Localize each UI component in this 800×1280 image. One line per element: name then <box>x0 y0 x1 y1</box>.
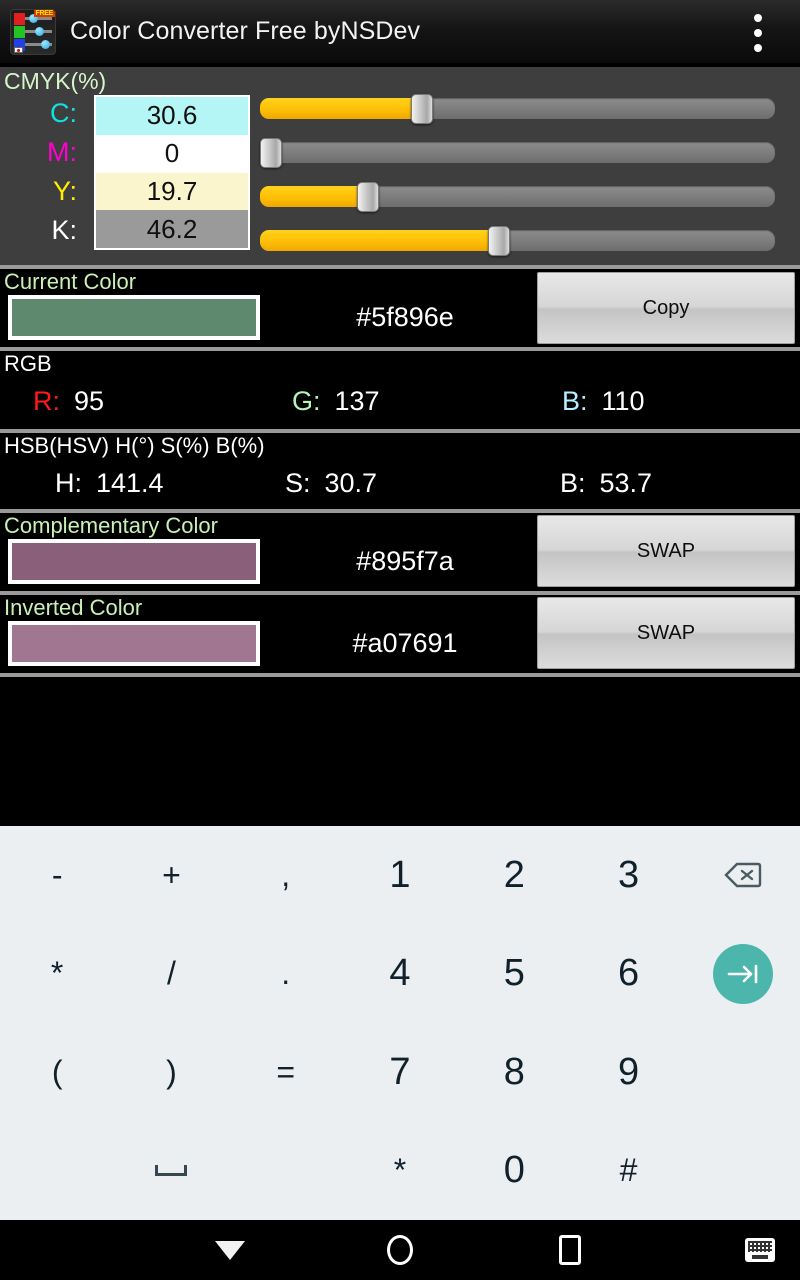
system-navigation-bar <box>0 1220 800 1280</box>
rgb-key-g: G: <box>292 385 321 416</box>
cmyk-label-m: M: <box>47 137 77 167</box>
key-,[interactable]: , <box>229 826 343 925</box>
cmyk-input-c[interactable]: 30.6 <box>96 97 248 135</box>
keyboard-switch-icon[interactable] <box>725 1220 795 1280</box>
cmyk-panel-title: CMYK(%) <box>4 68 107 94</box>
hsb-value-h: 141.4 <box>96 467 164 498</box>
cmyk-label-k: K: <box>51 215 77 245</box>
complementary-swap-button[interactable]: SWAP <box>537 515 795 587</box>
back-nav-icon[interactable] <box>180 1220 280 1280</box>
current-color-section: Current Color #5f896e Copy <box>0 269 800 347</box>
cmyk-input-y[interactable]: 19.7 <box>96 172 248 211</box>
cmyk-slider-y[interactable] <box>260 182 775 212</box>
hsb-section: HSB(HSV) H(°) S(%) B(%) H: 141.4 S: 30.7… <box>0 433 800 509</box>
key-6[interactable]: 6 <box>571 925 685 1024</box>
key-5[interactable]: 5 <box>457 925 571 1024</box>
slider-fill-y <box>260 186 369 207</box>
slider-fill-c <box>260 98 422 119</box>
title-bar: FREE Color Converter Free byNSDev <box>0 0 800 65</box>
rgb-value-r: 95 <box>74 385 105 416</box>
cmyk-slider-m[interactable] <box>260 138 775 168</box>
key-3[interactable]: 3 <box>571 826 685 925</box>
cmyk-slider-group <box>260 94 775 256</box>
hsb-value-b: 53.7 <box>599 467 653 498</box>
slider-thumb-k[interactable] <box>487 226 510 256</box>
slider-track-m <box>260 142 775 163</box>
overflow-menu-icon[interactable] <box>738 0 778 65</box>
inverted-color-section: Inverted Color #a07691 SWAP <box>0 595 800 673</box>
copy-button[interactable]: Copy <box>537 272 795 344</box>
backspace-key-icon[interactable] <box>686 826 800 925</box>
inverted-color-hex: #a07691 <box>352 628 458 658</box>
key-.[interactable]: . <box>229 925 343 1024</box>
cmyk-label-y: Y: <box>52 176 77 206</box>
cmyk-input-m[interactable]: 0 <box>96 134 248 173</box>
key-blank <box>686 1122 800 1221</box>
rgb-section: RGB R: 95 G: 137 B: 110 <box>0 351 800 429</box>
cmyk-slider-c[interactable] <box>260 94 775 124</box>
home-nav-icon[interactable] <box>350 1220 450 1280</box>
current-color-swatch[interactable] <box>8 295 260 340</box>
rgb-key-b: B: <box>562 385 588 416</box>
rgb-values: R: 95 G: 137 B: 110 <box>0 377 800 425</box>
divider <box>0 673 800 677</box>
rgb-value-g: 137 <box>334 385 380 416</box>
complementary-color-swatch[interactable] <box>8 539 260 584</box>
key-8[interactable]: 8 <box>457 1023 571 1122</box>
cmyk-slider-k[interactable] <box>260 226 775 256</box>
on-screen-keyboard: - +, 1 2 3 * /. 4 5 6() = 7 8 9 * 0 # <box>0 826 800 1220</box>
key-+[interactable]: + <box>114 826 228 925</box>
slider-thumb-m[interactable] <box>260 138 282 168</box>
app-logo-icon: FREE <box>10 8 56 55</box>
inverted-color-swatch[interactable] <box>8 621 260 666</box>
key-blank <box>0 1122 114 1221</box>
rgb-title: RGB <box>4 351 52 376</box>
inverted-swap-button[interactable]: SWAP <box>537 597 795 669</box>
enter-key-circle <box>712 943 773 1004</box>
key-*[interactable]: * <box>0 925 114 1024</box>
key-([interactable]: ( <box>0 1023 114 1122</box>
hsb-title: HSB(HSV) H(°) S(%) B(%) <box>4 433 265 458</box>
key-#[interactable]: # <box>571 1122 685 1221</box>
complementary-color-hex: #895f7a <box>356 546 454 576</box>
key-1[interactable]: 1 <box>343 826 457 925</box>
slider-thumb-c[interactable] <box>410 94 433 124</box>
cmyk-label-column: C: M: Y: K: <box>0 94 86 250</box>
rgb-key-r: R: <box>33 385 60 416</box>
complementary-color-section: Complementary Color #895f7a SWAP <box>0 513 800 591</box>
key-blank <box>229 1122 343 1221</box>
key-2[interactable]: 2 <box>457 826 571 925</box>
key-)[interactable]: ) <box>114 1023 228 1122</box>
cmyk-input-k[interactable]: 46.2 <box>96 210 248 248</box>
cmyk-label-c: C: <box>50 98 77 128</box>
app-screen: FREE Color Converter Free byNSDev CMYK(%… <box>0 0 800 1280</box>
key-blank <box>686 1023 800 1122</box>
key-/[interactable]: / <box>114 925 228 1024</box>
key-4[interactable]: 4 <box>343 925 457 1024</box>
slider-fill-k <box>260 230 499 251</box>
slider-thumb-y[interactable] <box>357 182 380 212</box>
key-0[interactable]: 0 <box>457 1122 571 1221</box>
key--[interactable]: - <box>0 826 114 925</box>
hsb-key-h: H: <box>55 467 82 498</box>
key-=[interactable]: = <box>229 1023 343 1122</box>
key-*[interactable]: * <box>343 1122 457 1221</box>
hsb-key-b: B: <box>560 467 586 498</box>
hsb-values: H: 141.4 S: 30.7 B: 53.7 <box>0 459 800 507</box>
cmyk-input-group: 30.6 0 19.7 46.2 <box>94 95 250 250</box>
cmyk-panel: CMYK(%) C: M: Y: K: 30.6 0 19.7 46.2 <box>0 67 800 265</box>
app-title: Color Converter Free byNSDev <box>70 17 421 45</box>
current-color-hex: #5f896e <box>356 302 454 332</box>
hsb-value-s: 30.7 <box>324 467 378 498</box>
keyboard-grid: - +, 1 2 3 * /. 4 5 6() = 7 8 9 * 0 # <box>0 826 800 1220</box>
enter-key[interactable] <box>686 925 800 1024</box>
key-7[interactable]: 7 <box>343 1023 457 1122</box>
rgb-value-b: 110 <box>601 385 645 416</box>
recents-nav-icon[interactable] <box>520 1220 620 1280</box>
hsb-key-s: S: <box>285 467 311 498</box>
space-key[interactable] <box>114 1122 228 1221</box>
key-9[interactable]: 9 <box>571 1023 685 1122</box>
